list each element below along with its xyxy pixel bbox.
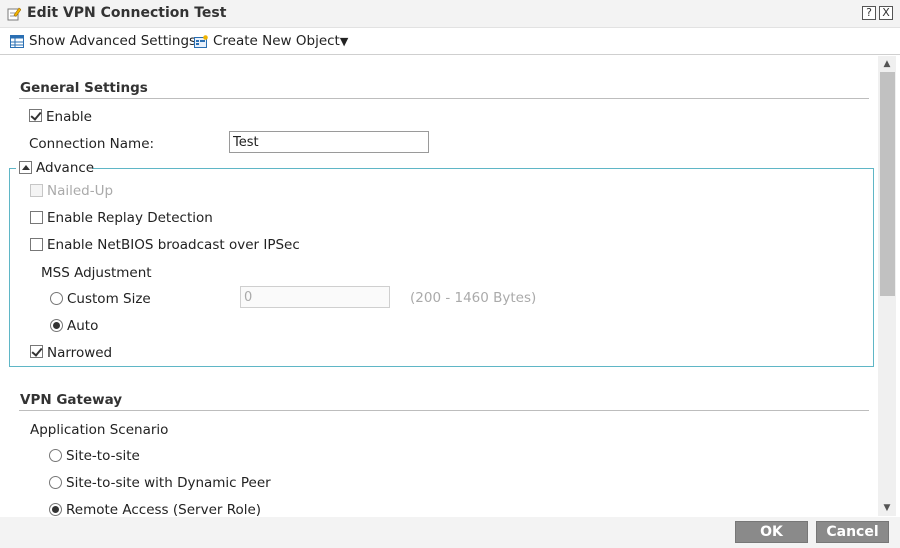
chevron-down-icon: ▼ xyxy=(339,35,349,48)
narrowed-label: Narrowed xyxy=(47,345,113,361)
netbios-label: Enable NetBIOS broadcast over IPSec xyxy=(47,237,300,253)
replay-detection-label: Enable Replay Detection xyxy=(47,210,213,226)
create-new-object-label: Create New Object▼ xyxy=(213,33,349,49)
general-settings-title: General Settings xyxy=(20,80,148,96)
section-divider xyxy=(19,98,869,99)
enable-checkbox[interactable] xyxy=(29,109,42,122)
enable-label: Enable xyxy=(46,109,92,125)
table-icon xyxy=(10,35,24,48)
remote-access-radio[interactable] xyxy=(49,503,62,516)
custom-size-input[interactable] xyxy=(240,286,390,308)
auto-radio[interactable] xyxy=(50,319,63,332)
toolbar: Show Advanced Settings Create New Object… xyxy=(0,28,900,55)
custom-size-label: Custom Size xyxy=(67,291,151,307)
site-to-site-label: Site-to-site xyxy=(66,448,140,464)
window-titlebar: Edit VPN Connection Test ? X xyxy=(0,0,900,28)
show-advanced-label: Show Advanced Settings xyxy=(29,33,197,49)
scrollbar-thumb[interactable] xyxy=(880,72,895,296)
vpn-gateway-title: VPN Gateway xyxy=(20,392,123,408)
cancel-button[interactable]: Cancel xyxy=(816,521,889,543)
advance-legend: Advance xyxy=(16,159,95,177)
connection-name-input[interactable] xyxy=(229,131,429,153)
new-object-icon xyxy=(194,35,208,48)
narrowed-checkbox[interactable] xyxy=(30,345,43,358)
netbios-checkbox[interactable] xyxy=(30,238,43,251)
connection-name-label: Connection Name: xyxy=(29,136,155,152)
mss-adjustment-title: MSS Adjustment xyxy=(41,265,152,281)
vertical-scrollbar[interactable]: ▲ ▼ xyxy=(878,56,896,516)
advance-title: Advance xyxy=(36,160,95,176)
auto-label: Auto xyxy=(67,318,99,334)
dialog-content: General Settings Enable Connection Name:… xyxy=(4,56,878,516)
site-to-site-radio[interactable] xyxy=(49,449,62,462)
window-title: Edit VPN Connection Test xyxy=(27,5,227,21)
custom-size-range: (200 - 1460 Bytes) xyxy=(410,290,537,306)
ok-button[interactable]: OK xyxy=(735,521,808,543)
create-new-object-menu[interactable]: Create New Object▼ xyxy=(194,33,349,51)
collapse-advance-button[interactable] xyxy=(19,161,32,174)
application-scenario-label: Application Scenario xyxy=(30,422,169,438)
edit-icon xyxy=(7,7,21,21)
dialog-footer: OK Cancel xyxy=(0,517,900,548)
custom-size-radio[interactable] xyxy=(50,292,63,305)
help-button[interactable]: ? xyxy=(862,6,876,20)
site-to-site-dynamic-peer-label: Site-to-site with Dynamic Peer xyxy=(66,475,271,491)
site-to-site-dynamic-peer-radio[interactable] xyxy=(49,476,62,489)
scroll-up-icon[interactable]: ▲ xyxy=(878,57,896,71)
section-divider xyxy=(19,410,869,411)
scroll-down-icon[interactable]: ▼ xyxy=(878,501,896,515)
nailed-up-checkbox[interactable] xyxy=(30,184,43,197)
remote-access-label: Remote Access (Server Role) xyxy=(66,502,262,516)
show-advanced-settings-button[interactable]: Show Advanced Settings xyxy=(10,33,196,51)
close-button[interactable]: X xyxy=(879,6,893,20)
replay-detection-checkbox[interactable] xyxy=(30,211,43,224)
nailed-up-label: Nailed-Up xyxy=(47,183,114,199)
